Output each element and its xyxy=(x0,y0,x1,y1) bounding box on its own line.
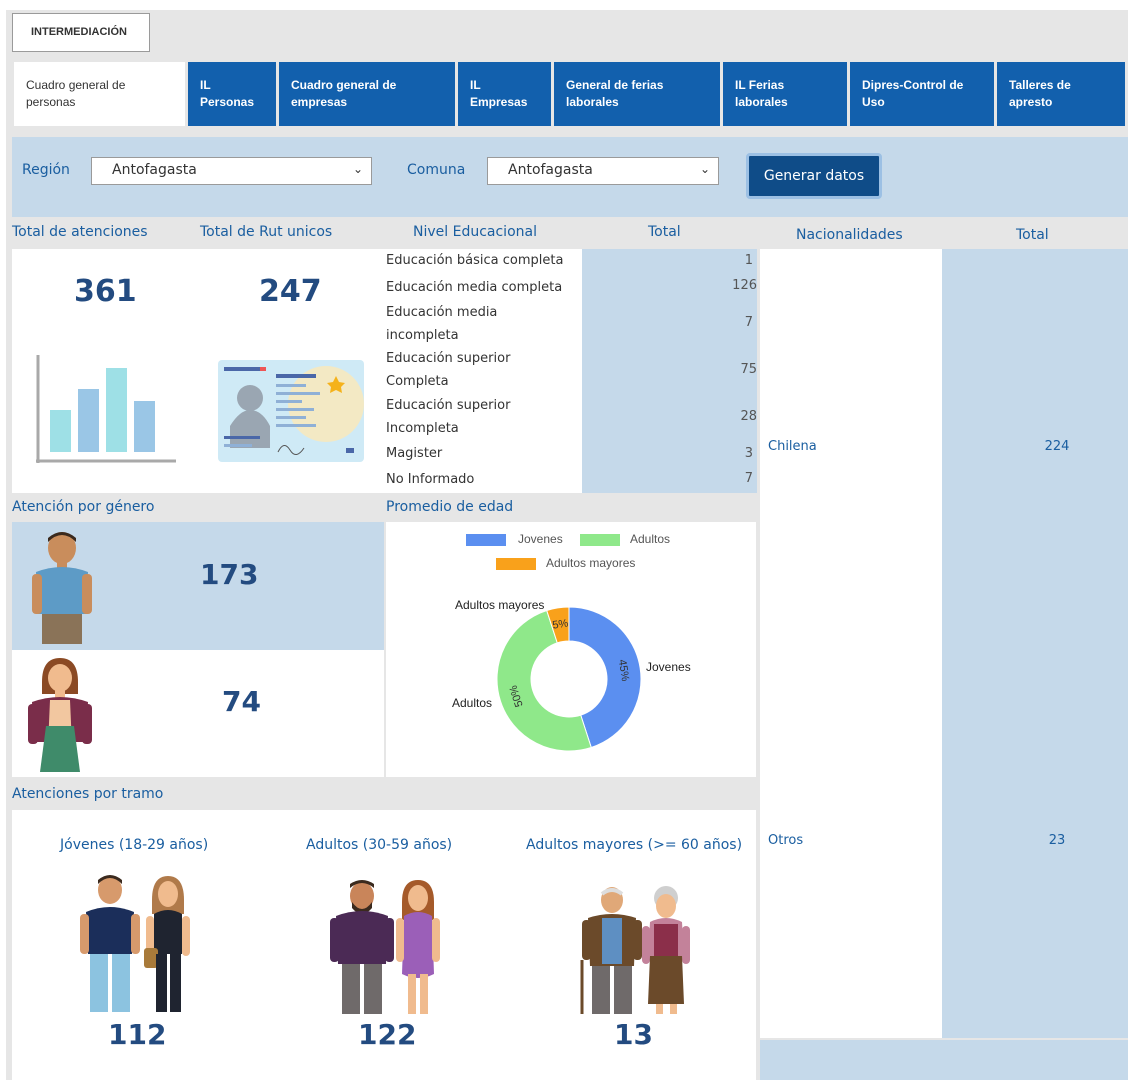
tramo-title-adultos: Adultos (30-59 años) xyxy=(306,837,453,853)
age-donut-chart: 45%50%5% xyxy=(496,606,642,752)
young-people-icon xyxy=(80,875,190,1012)
male-avatar-icon xyxy=(32,532,92,644)
legend-swatch-adultos xyxy=(580,534,620,546)
tab-dipres-control-uso[interactable]: Dipres-Control de Uso xyxy=(850,62,994,126)
male-count: 173 xyxy=(200,558,259,591)
tab-label-line2: personas xyxy=(26,95,76,109)
total-atenciones-value: 361 xyxy=(74,274,137,309)
nationalities-names-column xyxy=(760,249,942,1038)
total-rut-value: 247 xyxy=(259,274,322,309)
donut-label-adultos-mayores: Adultos mayores xyxy=(455,598,545,612)
atenciones-tramo-header: Atenciones por tramo xyxy=(12,786,164,802)
nationality-name: Otros xyxy=(768,833,804,848)
adult-people-icon xyxy=(330,880,440,1014)
nationalities-footer xyxy=(760,1040,1128,1080)
nivel-educacional-header: Nivel Educacional xyxy=(413,224,537,240)
tab-label-line2: laborales xyxy=(735,95,788,109)
tramo-title-adultos-mayores: Adultos mayores (>= 60 años) xyxy=(526,837,743,853)
comuna-select-value: Antofagasta xyxy=(508,162,593,178)
education-row-value: 7 xyxy=(744,315,753,330)
legend-swatch-jovenes xyxy=(466,534,506,546)
tab-label-line1: IL xyxy=(200,78,211,92)
education-row-value: 75 xyxy=(740,362,757,377)
education-row-label-2: incompleta xyxy=(386,328,459,343)
tab-label-line2: Personas xyxy=(200,95,255,109)
bar-chart-icon xyxy=(36,355,176,463)
tab-label-line1: Talleres de xyxy=(1009,78,1071,92)
legend-label-jovenes: Jovenes xyxy=(518,532,563,546)
tramo-value-jovenes: 112 xyxy=(108,1018,167,1051)
chevron-down-icon: ⌄ xyxy=(352,162,363,176)
nationalities-total-column xyxy=(942,249,1128,1038)
nationalities-total-header: Total xyxy=(1016,227,1049,243)
tab-cuadro-general-personas[interactable]: Cuadro general de personas xyxy=(14,62,185,126)
legend-label-adultos-mayores: Adultos mayores xyxy=(546,556,636,570)
tab-label-line1: Dipres-Control de xyxy=(862,78,964,92)
tab-label-line1: IL xyxy=(470,78,481,92)
tramo-value-adultos-mayores: 13 xyxy=(614,1018,653,1051)
female-avatar-icon xyxy=(28,658,92,772)
tramo-value-adultos: 122 xyxy=(358,1018,417,1051)
tab-label-line1: IL Ferias xyxy=(735,78,785,92)
tab-il-ferias-laborales[interactable]: IL Ferias laborales xyxy=(723,62,847,126)
region-label: Región xyxy=(22,162,70,178)
education-row-label: Educación media xyxy=(386,305,498,320)
nacionalidades-header: Nacionalidades xyxy=(796,227,903,243)
education-row-label: Educación media completa xyxy=(386,280,563,295)
donut-label-jovenes: Jovenes xyxy=(646,660,691,674)
education-row-value: 7 xyxy=(744,471,753,486)
tab-label-line2: laborales xyxy=(566,95,619,109)
tab-label-line2: Uso xyxy=(862,95,885,109)
education-row-label-2: Incompleta xyxy=(386,421,459,436)
tab-general-ferias-laborales[interactable]: General de ferias laborales xyxy=(554,62,720,126)
chevron-down-icon: ⌄ xyxy=(699,162,710,176)
comuna-select[interactable]: Antofagasta ⌄ xyxy=(487,157,719,185)
tab-label-line2: empresas xyxy=(291,95,348,109)
total-atenciones-header: Total de atenciones xyxy=(12,224,148,240)
education-row-value: 126 xyxy=(732,278,757,293)
tramo-title-jovenes: Jóvenes (18-29 años) xyxy=(60,837,209,853)
atencion-genero-header: Atención por género xyxy=(12,499,155,515)
region-select[interactable]: Antofagasta ⌄ xyxy=(91,157,372,185)
education-row-value: 28 xyxy=(740,409,757,424)
tab-il-empresas[interactable]: IL Empresas xyxy=(458,62,551,126)
education-row-value: 3 xyxy=(744,446,753,461)
total-rut-header: Total de Rut unicos xyxy=(200,224,333,240)
nationality-value: 23 xyxy=(1048,833,1066,848)
education-row-label: Educación básica completa xyxy=(386,253,564,268)
education-row-label: Educación superior xyxy=(386,398,511,413)
tab-label-line1: Cuadro general de xyxy=(26,78,126,92)
region-select-value: Antofagasta xyxy=(112,162,197,178)
legend-label-adultos: Adultos xyxy=(630,532,671,546)
elderly-people-icon xyxy=(580,886,690,1014)
tab-talleres-apresto[interactable]: Talleres de apresto xyxy=(997,62,1125,126)
intermediacion-tab[interactable]: INTERMEDIACIÓN xyxy=(12,13,150,52)
education-row-label-2: Completa xyxy=(386,374,449,389)
tab-label-line1: Cuadro general de xyxy=(291,78,397,92)
tab-cuadro-general-empresas[interactable]: Cuadro general de empresas xyxy=(279,62,455,126)
generar-datos-button[interactable]: Generar datos xyxy=(746,153,882,199)
donut-value-label-adultos-mayores: 5% xyxy=(552,617,570,631)
female-count: 74 xyxy=(222,685,261,718)
legend-swatch-adultos-mayores xyxy=(496,558,536,570)
tab-label-line2: apresto xyxy=(1009,95,1053,109)
tab-il-personas[interactable]: IL Personas xyxy=(188,62,276,126)
id-card-icon xyxy=(218,360,364,462)
education-row-label: Magister xyxy=(386,446,443,461)
education-row-label: Educación superior xyxy=(386,351,511,366)
nationality-name: Chilena xyxy=(768,439,817,454)
education-row-label: No Informado xyxy=(386,472,475,487)
comuna-label: Comuna xyxy=(407,162,466,178)
promedio-edad-header: Promedio de edad xyxy=(386,499,514,515)
donut-label-adultos: Adultos xyxy=(452,696,493,710)
tab-label-line1: General de ferias xyxy=(566,78,664,92)
nationality-value: 224 xyxy=(1044,439,1070,454)
education-total-header: Total xyxy=(648,224,681,240)
education-row-value: 1 xyxy=(744,253,753,268)
tab-label-line2: Empresas xyxy=(470,95,528,109)
